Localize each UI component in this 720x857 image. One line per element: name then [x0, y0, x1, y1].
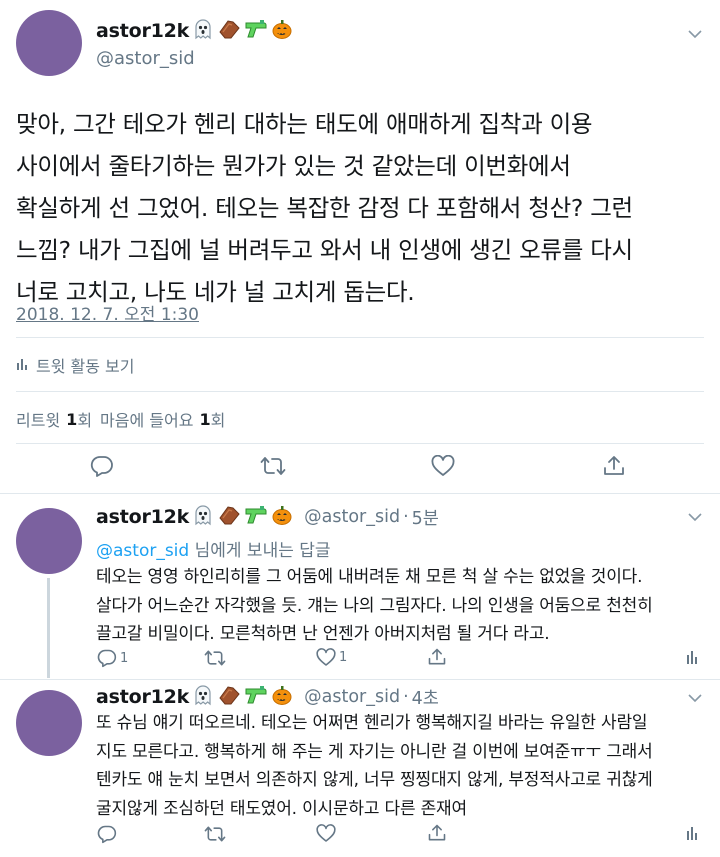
like-button[interactable]: 1	[316, 648, 347, 667]
username[interactable]: @astor_sid	[304, 507, 400, 527]
retweet-icon	[204, 826, 226, 842]
divider	[0, 493, 720, 494]
tweet-text: 맞아, 그간 테오가 헨리 대하는 태도에 애매하게 집착과 이용 사이에서 줄…	[16, 110, 633, 306]
ghost-emoji-icon	[192, 684, 214, 710]
separator-dot: ·	[403, 507, 409, 527]
tweet-header: astor12k @astor_sid	[96, 16, 293, 69]
username[interactable]: @astor_sid	[304, 687, 400, 707]
avatar[interactable]	[16, 690, 82, 756]
retweet-stat-count: 1	[66, 409, 78, 429]
display-name[interactable]: astor12k	[96, 686, 189, 708]
reply-text: 또 슈님 얘기 떠오르네. 테오는 어쩌면 헨리가 행복해지길 바라는 유일한 …	[96, 713, 653, 819]
share-button[interactable]	[427, 647, 447, 667]
separator-dot: ·	[403, 687, 409, 707]
reply-header: astor12k @astor_sid · 5분	[96, 502, 439, 532]
jack-o-lantern-emoji-icon	[271, 684, 293, 710]
thread-connector-line	[47, 578, 50, 678]
coffin-emoji-icon	[217, 504, 241, 530]
share-icon	[428, 648, 446, 665]
retweet-stat-unit: 회	[77, 411, 93, 430]
reply-icon	[90, 456, 113, 477]
chevron-down-icon[interactable]	[688, 30, 702, 40]
heart-icon	[316, 648, 336, 666]
like-stat-count: 1	[199, 409, 211, 429]
divider	[16, 391, 704, 392]
tweet-analytics-button[interactable]	[686, 826, 698, 840]
retweet-icon	[204, 650, 226, 666]
reply-icon	[97, 825, 117, 844]
avatar[interactable]	[16, 10, 82, 76]
tweet-timestamp[interactable]: 2018. 12. 7. 오전 1:30	[16, 300, 199, 325]
share-button[interactable]	[601, 453, 627, 479]
reply-count: 1	[120, 650, 129, 666]
activity-label: 트윗 활동 보기	[36, 357, 135, 376]
jack-o-lantern-emoji-icon	[271, 504, 293, 530]
share-icon	[604, 456, 624, 475]
replying-to: @astor_sid 님에게 보내는 답글	[96, 536, 331, 561]
username[interactable]: @astor_sid	[96, 48, 195, 69]
reply-button[interactable]	[89, 453, 115, 479]
bar-chart-icon	[16, 356, 28, 375]
heart-icon	[316, 824, 336, 842]
bar-chart-icon	[687, 827, 697, 840]
retweet-icon	[260, 457, 286, 475]
coffin-emoji-icon	[217, 684, 241, 710]
like-button[interactable]	[316, 824, 339, 843]
reply-text: 테오는 영영 하인리히를 그 어둠에 내버려둔 채 모른 척 살 수는 없었을 …	[96, 567, 653, 644]
coffin-emoji-icon	[217, 18, 241, 44]
replying-to-mention[interactable]: @astor_sid	[96, 541, 189, 561]
like-button[interactable]	[430, 453, 456, 479]
divider	[16, 443, 704, 444]
share-button[interactable]	[427, 823, 447, 843]
reply-icon	[97, 649, 117, 668]
display-name[interactable]: astor12k	[96, 20, 189, 42]
tweet-analytics-button[interactable]	[686, 650, 698, 664]
heart-icon	[431, 455, 455, 476]
retweet-button[interactable]	[204, 648, 226, 668]
water-pistol-emoji-icon	[244, 18, 268, 44]
retweet-button[interactable]	[260, 453, 286, 479]
like-count: 1	[339, 650, 348, 665]
reply-header: astor12k @astor_sid · 4초	[96, 682, 439, 712]
reply-button[interactable]	[97, 824, 120, 844]
retweet-stat-label[interactable]: 리트윗	[16, 407, 60, 431]
avatar[interactable]	[16, 508, 82, 574]
tweet-activity-link[interactable]: 트윗 활동 보기	[16, 353, 135, 377]
like-stat-unit: 회	[210, 411, 226, 430]
chevron-down-icon[interactable]	[688, 513, 702, 523]
retweet-button[interactable]	[204, 824, 226, 844]
share-icon	[428, 824, 446, 841]
replying-to-suffix: 님에게 보내는 답글	[189, 541, 331, 561]
reply-button[interactable]: 1	[97, 648, 128, 668]
chevron-down-icon[interactable]	[688, 694, 702, 704]
like-stat-label[interactable]: 마음에 들어요	[100, 407, 193, 431]
display-name[interactable]: astor12k	[96, 506, 189, 528]
tweet-stats: 리트윗 1 회 마음에 들어요 1 회	[16, 407, 225, 431]
reply-time[interactable]: 5분	[412, 505, 439, 530]
bar-chart-icon	[687, 651, 697, 664]
divider	[0, 679, 720, 680]
ghost-emoji-icon	[192, 504, 214, 530]
jack-o-lantern-emoji-icon	[271, 18, 293, 44]
divider	[16, 337, 704, 338]
ghost-emoji-icon	[192, 18, 214, 44]
reply-time[interactable]: 4초	[412, 685, 439, 710]
water-pistol-emoji-icon	[244, 504, 268, 530]
water-pistol-emoji-icon	[244, 684, 268, 710]
